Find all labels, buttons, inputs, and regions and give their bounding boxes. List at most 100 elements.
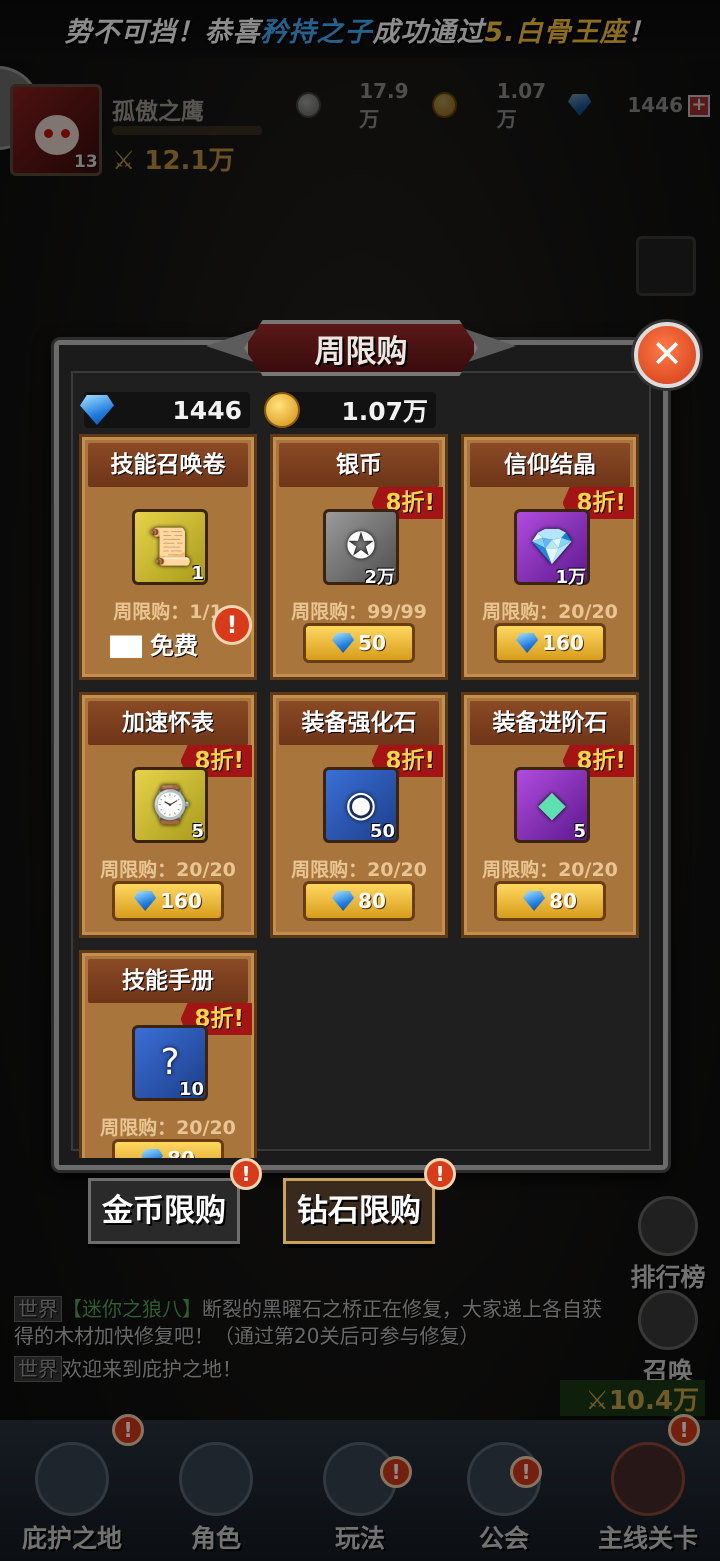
alert-icon: ! <box>510 1456 542 1488</box>
castle-icon <box>35 1442 109 1516</box>
item-name: 装备强化石 <box>279 701 439 745</box>
diamond-icon <box>332 891 355 911</box>
close-icon: ✕ <box>651 332 683 376</box>
nav-label: 玩法 <box>334 1524 385 1553</box>
grid-menu-button[interactable] <box>636 236 696 296</box>
price-value: 80 <box>167 1147 195 1158</box>
nav-guild[interactable]: 公会 ! <box>432 1420 576 1561</box>
shop-item-card[interactable]: 加速怀表 8折! ⌚ 5 周限购：20/20 160 <box>79 692 257 938</box>
buy-button[interactable]: 80 <box>494 881 606 921</box>
diamond-icon <box>523 891 546 911</box>
shop-item-card[interactable]: 技能手册 8折! ? 10 周限购：20/20 80 <box>79 950 257 1158</box>
tab-diamond-limited[interactable]: 钻石限购 <box>283 1178 435 1244</box>
alert-icon: ! <box>212 605 252 645</box>
battle-power: ⚔10.4万 <box>560 1380 705 1416</box>
chat-channel-tag: 世界 <box>14 1296 62 1322</box>
chat-user[interactable]: 【迷你之狼八】 <box>62 1297 202 1321</box>
dialog-gold-balance: 1.07万 <box>264 392 436 428</box>
card-clip: 技能手册 8折! ? 10 周限购：20/20 80 <box>79 950 257 1158</box>
stage-icon <box>611 1442 685 1516</box>
chat-panel[interactable]: 世界 【迷你之狼八】断裂的黑曜石之桥正在修复，大家递上各自获得的木材加快修复吧！（… <box>14 1296 604 1383</box>
alert-icon: ! <box>230 1158 262 1190</box>
item-name: 技能召唤卷 <box>88 443 248 487</box>
purchase-limit: 周限购：99/99 <box>291 601 427 623</box>
summon-button[interactable]: 召唤 <box>626 1290 710 1388</box>
diamond-icon <box>332 633 355 653</box>
item-quantity: 2万 <box>364 567 395 588</box>
price-value: 80 <box>549 889 577 913</box>
nav-character[interactable]: 角色 <box>144 1420 288 1561</box>
item-name: 技能手册 <box>88 959 248 1003</box>
nav-label: 主线关卡 <box>597 1524 698 1553</box>
diamond-icon <box>516 633 539 653</box>
shop-item-card[interactable]: 技能召唤卷 📜 1 周限购：1/1 免费 ! <box>79 434 257 680</box>
nav-gameplay[interactable]: 玩法 ! <box>288 1420 432 1561</box>
item-quantity: 1万 <box>555 567 586 588</box>
ranking-button[interactable]: 排行榜 <box>626 1196 710 1294</box>
shop-item-card[interactable]: 装备进阶石 8折! ◆ 5 周限购：20/20 80 <box>461 692 639 938</box>
item-quantity: 5 <box>191 821 204 842</box>
nav-main-stage[interactable]: 主线关卡 ! <box>576 1414 720 1561</box>
price-value: 160 <box>160 889 202 913</box>
shop-item-card[interactable]: 银币 8折! ✪ 2万 周限购：99/99 50 <box>270 434 448 680</box>
gold-coin-icon <box>432 92 457 118</box>
alert-icon: ! <box>424 1158 456 1190</box>
item-quantity: 1 <box>191 563 204 584</box>
buy-button[interactable]: 50 <box>303 623 415 663</box>
player-name: 孤傲之鹰 <box>112 99 204 125</box>
buy-button[interactable]: 160 <box>494 623 606 663</box>
banner-prefix: 势不可挡！恭喜 <box>64 16 261 48</box>
player-level: 13 <box>74 152 98 172</box>
silver-icon <box>296 92 322 118</box>
nav-label: 角色 <box>190 1524 241 1553</box>
purchase-limit: 周限购：20/20 <box>100 859 236 881</box>
diamond-value: 1446 <box>627 93 683 117</box>
dialog-gold-value: 1.07万 <box>341 397 428 426</box>
diamond-icon <box>568 94 592 116</box>
item-quantity: 50 <box>369 821 395 842</box>
video-ad-icon <box>110 635 142 658</box>
bottom-nav: 庇护之地 ! 角色 玩法 ! 公会 ! 主线关卡 ! <box>0 1414 720 1561</box>
purchase-limit: 周限购：20/20 <box>482 601 618 623</box>
swords-icon: ⚔ <box>112 146 136 176</box>
free-claim-button[interactable]: 免费 <box>110 623 198 663</box>
swords-icon: ⚔ <box>585 1386 609 1416</box>
shop-item-card[interactable]: 信仰结晶 8折! 💎 1万 周限购：20/20 160 <box>461 434 639 680</box>
close-button[interactable]: ✕ <box>634 322 700 388</box>
add-diamond-button[interactable]: + <box>688 95 710 117</box>
buy-button[interactable]: 80 <box>112 1139 224 1158</box>
price-value: 50 <box>358 631 386 655</box>
banner-stage: 5.白骨王座 <box>484 16 628 48</box>
purchase-limit: 周限购：20/20 <box>291 859 427 881</box>
tab-gold-limited[interactable]: 金币限购 <box>88 1178 240 1244</box>
avatar-face <box>35 115 79 155</box>
summon-icon <box>638 1290 698 1350</box>
nav-sanctuary[interactable]: 庇护之地 ! <box>0 1414 144 1561</box>
purchase-limit: 周限购：20/20 <box>100 1117 236 1139</box>
diamond-icon <box>141 1149 164 1158</box>
silver-value: 17.9万 <box>359 78 409 131</box>
item-quantity: 5 <box>573 821 586 842</box>
buy-button[interactable]: 80 <box>303 881 415 921</box>
shop-item-card[interactable]: 装备强化石 8折! ◉ 50 周限购：20/20 80 <box>270 692 448 938</box>
dialog-title: 周限购 <box>314 334 408 370</box>
price-value: 80 <box>358 889 386 913</box>
dialog-diamond-value: 1446 <box>172 395 242 425</box>
diamond-icon <box>134 891 157 911</box>
nav-label: 庇护之地 <box>21 1524 122 1553</box>
podium-icon <box>638 1196 698 1256</box>
gold-resource: 1.07万 <box>432 79 562 131</box>
player-power-value: 12.1万 <box>144 146 235 176</box>
gold-coin-icon <box>264 392 300 428</box>
diamond-resource: 1446 <box>568 90 683 120</box>
nav-label: 公会 <box>478 1524 529 1553</box>
game-screen: 势不可挡！恭喜 矜持之子 成功通过 5.白骨王座 ！ › 13 孤傲之鹰 ⚔ 1… <box>0 0 720 1561</box>
item-name: 装备进阶石 <box>470 701 630 745</box>
purchase-limit: 周限购：20/20 <box>482 859 618 881</box>
chat-message: 世界 欢迎来到庇护之地！ <box>14 1356 604 1383</box>
banner-suffix: ！ <box>627 16 656 48</box>
price-value: 160 <box>542 631 584 655</box>
buy-button[interactable]: 160 <box>112 881 224 921</box>
item-name: 信仰结晶 <box>470 443 630 487</box>
chat-message: 世界 【迷你之狼八】断裂的黑曜石之桥正在修复，大家递上各自获得的木材加快修复吧！（… <box>14 1296 604 1350</box>
